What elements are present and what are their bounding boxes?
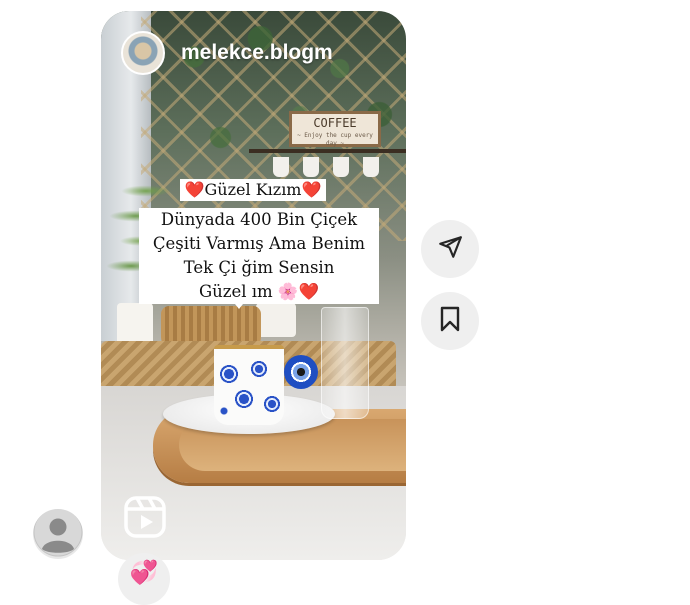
caption-line: Tek Çi ğim Sensin [183,258,335,277]
water-glass [321,307,369,419]
coffee-sign: COFFEE ~ Enjoy the cup every day ~ [289,111,381,147]
caption-line: Dünyada 400 Bin Çiçek [160,210,358,229]
caption-line: Güzel ım 🌸❤️ [198,282,320,301]
caption-line: Çeşiti Varmış Ama Benim [152,234,366,253]
save-button[interactable] [421,292,479,350]
mug-shelf [249,149,406,153]
evil-eye-cup-handle [284,355,318,389]
candle [256,303,296,337]
reaction-emoji: 💞 [129,560,159,586]
post-username[interactable]: melekce.blogm [181,41,333,65]
caption-body: Dünyada 400 Bin Çiçek Çeşiti Varmış Ama … [139,208,379,304]
evil-eye-cup [214,345,284,425]
hanging-cup [303,157,319,177]
user-silhouette-icon [33,509,83,559]
caption-pointer [231,299,247,309]
current-user-avatar[interactable] [33,509,83,559]
share-button[interactable] [421,220,479,278]
reels-icon [123,495,167,539]
caption-title: ❤️Güzel Kızım❤️ [180,179,326,201]
reaction-bubble[interactable]: 💞 [118,553,170,605]
hanging-cup [363,157,379,177]
post-author-avatar[interactable] [121,31,165,75]
reel-post-card[interactable]: COFFEE ~ Enjoy the cup every day ~ melek… [101,11,406,560]
hanging-cup [333,157,349,177]
coffee-sign-subtext: ~ Enjoy the cup every day ~ [297,132,373,147]
coffee-sign-text: COFFEE [313,116,357,130]
hanging-cup [273,157,289,177]
send-icon [437,234,463,264]
bookmark-icon [438,306,462,336]
